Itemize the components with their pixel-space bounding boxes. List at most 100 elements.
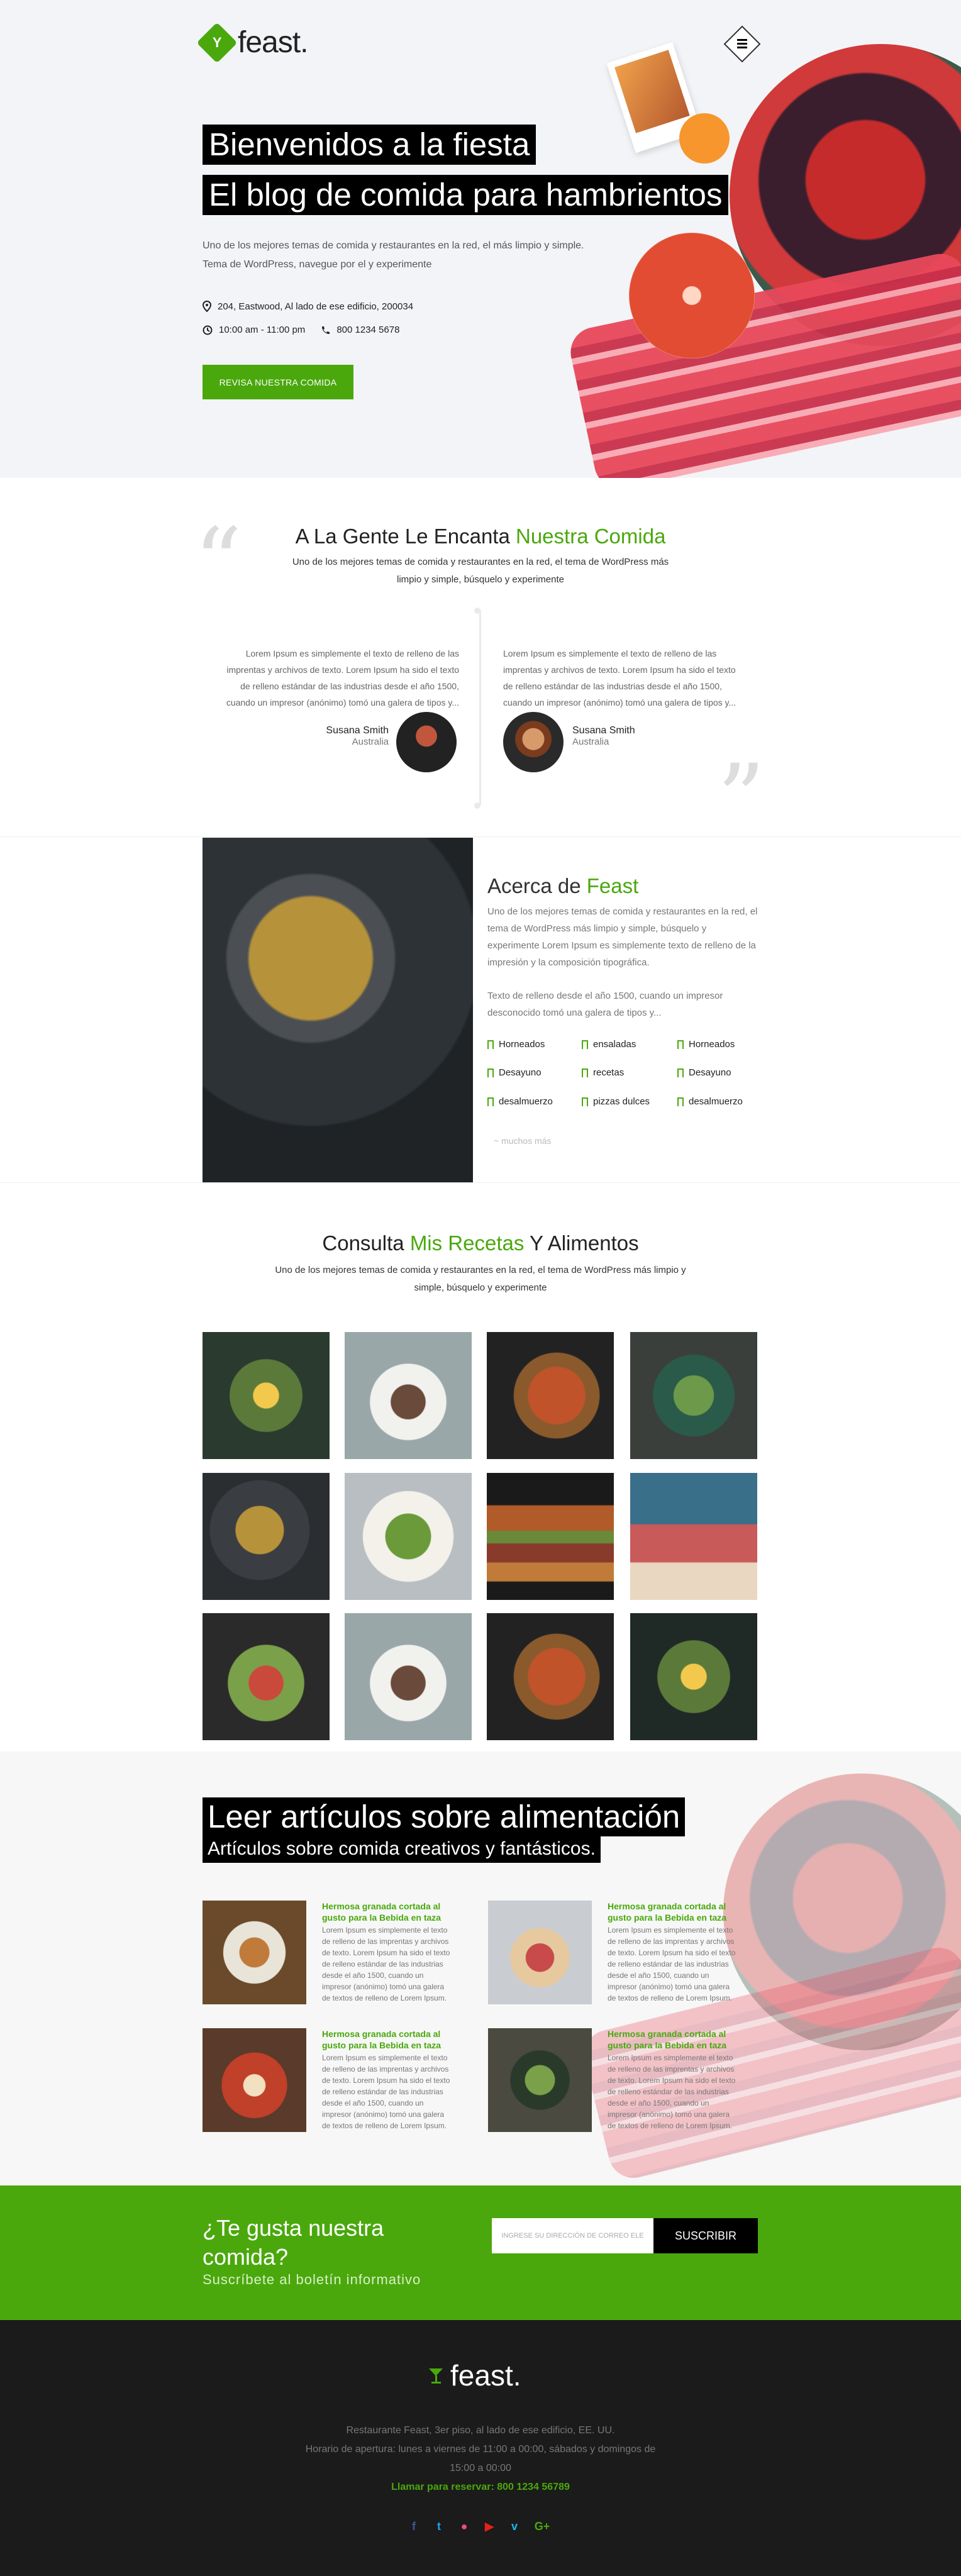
recipe-tile[interactable] [345, 1473, 472, 1600]
testimonial-name: Susana Smith [572, 725, 635, 736]
tag-item[interactable]: desalmuerzo [677, 1096, 743, 1107]
newsletter-section [0, 2185, 961, 2320]
logo-icon: Y [196, 21, 238, 64]
newsletter-subtitle: Suscríbete al boletín informativo [203, 2272, 421, 2287]
hours-text: 10:00 am - 11:00 pm [219, 325, 306, 335]
testimonial-text: Lorem Ipsum es simplemente el texto de r… [226, 648, 459, 708]
vimeo-icon[interactable]: v [506, 2518, 523, 2534]
recipes-title: Consulta Mis Recetas Y Alimentos [322, 1231, 639, 1255]
location-pin-icon [203, 301, 211, 312]
about-paragraph-1: Uno de los mejores temas de comida y res… [487, 906, 758, 968]
article-title[interactable]: Hermosa granada cortada al gusto para la… [608, 1901, 740, 1923]
testimonial-text: Lorem Ipsum es simplemente el texto de r… [503, 648, 736, 708]
article-body: Lorem Ipsum es simplemente el texto de r… [322, 1926, 450, 2002]
tag-item[interactable]: ensaladas [582, 1039, 636, 1050]
tag-item[interactable]: recetas [582, 1067, 624, 1078]
testimonial-location: Australia [352, 736, 389, 747]
tag-item[interactable]: Desayuno [677, 1067, 731, 1078]
cocktail-logo-icon [429, 2368, 443, 2384]
article-image[interactable] [203, 2028, 306, 2132]
bookmark-icon [487, 1040, 494, 1049]
google-plus-icon[interactable]: G+ [531, 2518, 553, 2534]
address-text: 204, Eastwood, Al lado de ese edificio, … [218, 301, 414, 312]
email-input[interactable]: INGRESE SU DIRECCIÓN DE CORREO ELE [492, 2218, 653, 2253]
hero-title-line1: Bienvenidos a la fiesta [203, 125, 536, 165]
footer-logo[interactable]: feast. [428, 2358, 521, 2392]
clock-icon [203, 325, 213, 335]
section-divider [0, 836, 961, 837]
testimonial-author: Susana Smith Australia [314, 725, 389, 747]
hero-description: Uno de los mejores temas de comida y res… [203, 240, 584, 270]
footer-logo-text: feast. [450, 2359, 521, 2392]
testimonial-location: Australia [572, 736, 609, 747]
youtube-icon[interactable]: ▶ [481, 2518, 497, 2534]
divider-dot-top [474, 608, 480, 614]
testimonials-subtitle: Uno de los mejores temas de comida y res… [292, 557, 669, 585]
article-title[interactable]: Hermosa granada cortada al gusto para la… [322, 1901, 454, 1923]
avatar [396, 712, 457, 772]
avatar [503, 712, 564, 772]
hamburger-menu-icon [723, 25, 761, 63]
tag-item[interactable]: Horneados [677, 1039, 735, 1050]
hero-hours-phone: 10:00 am - 11:00 pm 800 1234 5678 [203, 325, 399, 335]
recipe-tile[interactable] [630, 1332, 757, 1459]
recipe-tile[interactable] [345, 1613, 472, 1740]
recipe-tile[interactable] [203, 1613, 330, 1740]
bookmark-icon [677, 1068, 684, 1077]
bookmark-icon [677, 1040, 684, 1049]
recipe-tile[interactable] [203, 1332, 330, 1459]
footer-hours: Horario de apertura: lunes a viernes de … [305, 2444, 656, 2473]
tag-item[interactable]: pizzas dulces [582, 1096, 650, 1107]
more-link[interactable]: ~ muchos más [494, 1136, 551, 1146]
newsletter-title: ¿Te gusta nuestra comida? [203, 2215, 384, 2270]
facebook-icon[interactable]: f [406, 2518, 422, 2534]
phone-icon [322, 326, 330, 334]
article-body: Lorem Ipsum es simplemente el texto de r… [322, 2053, 450, 2130]
recipe-tile[interactable] [487, 1613, 614, 1740]
twitter-icon[interactable]: t [431, 2518, 447, 2534]
tag-item[interactable]: Desayuno [487, 1067, 542, 1078]
articles-subtitle: Artículos sobre comida creativos y fantá… [203, 1835, 601, 1863]
view-food-button[interactable]: REVISA NUESTRA COMIDA [203, 365, 353, 399]
article-image[interactable] [488, 2028, 592, 2132]
tag-item[interactable]: Horneados [487, 1039, 545, 1050]
recipe-tile[interactable] [630, 1613, 757, 1740]
recipe-tile[interactable] [203, 1473, 330, 1600]
bookmark-icon [487, 1097, 494, 1106]
hero-address: 204, Eastwood, Al lado de ese edificio, … [203, 301, 413, 312]
hero-orange-image [679, 113, 730, 164]
article-title[interactable]: Hermosa granada cortada al gusto para la… [608, 2028, 740, 2051]
hero-title-line2: El blog de comida para hambrientos [203, 175, 729, 215]
recipe-tile[interactable] [630, 1473, 757, 1600]
bookmark-icon [582, 1068, 588, 1077]
testimonials-title: A La Gente Le Encanta Nuestra Comida [295, 525, 666, 548]
recipe-tile[interactable] [487, 1332, 614, 1459]
recipe-tile[interactable] [345, 1332, 472, 1459]
article-body: Lorem Ipsum es simplemente el texto de r… [608, 2053, 736, 2130]
bookmark-icon [487, 1068, 494, 1077]
quote-close-icon: ” [717, 745, 765, 854]
site-logo[interactable]: Y feast. [196, 21, 308, 64]
bookmark-icon [677, 1097, 684, 1106]
tag-item[interactable]: desalmuerzo [487, 1096, 553, 1107]
divider-dot-bottom [474, 802, 480, 809]
recipes-subtitle: Uno de los mejores temas de comida y res… [275, 1265, 686, 1293]
article-body: Lorem Ipsum es simplemente el texto de r… [608, 1926, 736, 2002]
article-image[interactable] [203, 1901, 306, 2004]
hero-grapefruit-image [629, 233, 755, 358]
recipe-tile[interactable] [487, 1473, 614, 1600]
article-image[interactable] [488, 1901, 592, 2004]
section-divider [0, 1182, 961, 1183]
subscribe-button[interactable]: SUSCRIBIR [653, 2218, 758, 2253]
footer-reserve[interactable]: Llamar para reservar: 800 1234 56789 [292, 2478, 669, 2497]
bookmark-icon [582, 1040, 588, 1049]
about-paragraph-2: Texto de relleno desde el año 1500, cuan… [487, 991, 723, 1018]
testimonial-author: Susana Smith Australia [572, 725, 635, 747]
articles-title: Leer artículos sobre alimentación [203, 1797, 686, 1836]
testimonial-name: Susana Smith [326, 725, 389, 736]
dribbble-icon[interactable]: ● [456, 2518, 472, 2534]
bookmark-icon [582, 1097, 588, 1106]
article-title[interactable]: Hermosa granada cortada al gusto para la… [322, 2028, 454, 2051]
menu-button[interactable] [723, 25, 761, 63]
logo-text: feast. [238, 26, 308, 59]
